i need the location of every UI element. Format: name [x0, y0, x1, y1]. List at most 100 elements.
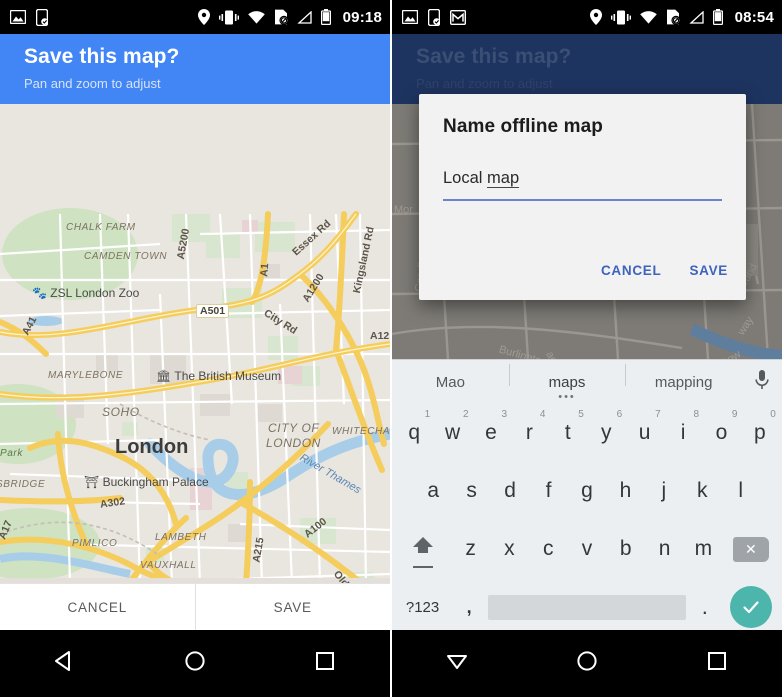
key-o[interactable]: 9o	[702, 405, 740, 461]
shift-key[interactable]	[395, 521, 451, 577]
key-n[interactable]: n	[645, 521, 684, 577]
key-m[interactable]: m	[684, 521, 723, 577]
status-bar-clock: 09:18	[342, 8, 382, 26]
enter-key[interactable]	[724, 579, 779, 635]
device-sync-icon	[35, 8, 49, 26]
page-subtitle: Pan and zoom to adjust	[416, 76, 553, 91]
backspace-icon: ✕	[732, 536, 769, 562]
battery-icon	[320, 9, 331, 25]
save-map-header: Save this map? Pan and zoom to adjust	[0, 34, 390, 104]
key-i[interactable]: 8i	[664, 405, 702, 461]
dual-screenshot-composite: 09:18 Save this map? Pan and zoom to adj…	[0, 0, 782, 697]
key-l[interactable]: l	[722, 463, 760, 519]
sd-card-off-icon	[666, 9, 681, 25]
dialog-cancel-button[interactable]: CANCEL	[601, 263, 661, 278]
key-d[interactable]: d	[491, 463, 529, 519]
suggestion-item[interactable]: Mao	[392, 374, 509, 391]
key-z[interactable]: z	[451, 521, 490, 577]
save-button[interactable]: SAVE	[196, 600, 391, 615]
suggestion-strip: Mao maps ••• mapping	[392, 360, 782, 404]
page-title: Save this map?	[24, 45, 180, 68]
shift-icon	[410, 534, 436, 564]
microphone-icon	[754, 369, 770, 396]
status-bar-system-icons: 08:54	[589, 8, 774, 26]
key-p[interactable]: 0p	[741, 405, 779, 461]
sd-card-off-icon	[274, 9, 289, 25]
key-q[interactable]: 1q	[395, 405, 433, 461]
comma-key[interactable]: ,	[450, 579, 488, 635]
key-num: 6	[616, 409, 623, 420]
signal-icon	[296, 10, 312, 24]
key-num: 5	[578, 409, 584, 420]
key-a[interactable]: a	[414, 463, 452, 519]
keyboard-row-4: ?123 , .	[392, 578, 782, 636]
key-u[interactable]: 7u	[625, 405, 663, 461]
suggestion-item[interactable]: mapping	[625, 363, 742, 391]
status-bar: 08:54	[392, 0, 782, 34]
map-name-value-plain: Local	[443, 169, 488, 187]
nav-recents-button[interactable]	[689, 642, 745, 686]
key-f[interactable]: f	[529, 463, 567, 519]
image-icon	[9, 9, 27, 25]
status-bar: 09:18	[0, 0, 390, 34]
key-g[interactable]: g	[568, 463, 606, 519]
hide-keyboard-triangle-icon	[445, 649, 469, 678]
key-j[interactable]: j	[645, 463, 683, 519]
wifi-icon	[639, 10, 657, 24]
battery-icon	[712, 9, 723, 25]
key-s[interactable]: s	[452, 463, 490, 519]
page-title: Save this map?	[416, 45, 572, 68]
key-r[interactable]: 4r	[510, 405, 548, 461]
home-circle-icon	[183, 649, 207, 678]
vibrate-icon	[610, 10, 631, 25]
wifi-icon	[247, 10, 265, 24]
key-num: 7	[655, 409, 661, 420]
suggestion-item-active[interactable]: maps •••	[508, 363, 626, 403]
key-t[interactable]: 5t	[549, 405, 587, 461]
check-icon	[730, 586, 773, 628]
backspace-key[interactable]: ✕	[723, 521, 779, 577]
more-suggestions-icon[interactable]: •••	[558, 391, 576, 403]
recents-square-icon	[313, 649, 337, 678]
dialog-title: Name offline map	[443, 116, 603, 137]
key-b[interactable]: b	[606, 521, 645, 577]
map-name-field[interactable]: Local map	[443, 169, 722, 201]
status-bar-clock: 08:54	[734, 8, 774, 26]
nav-recents-button[interactable]	[297, 642, 353, 686]
key-w[interactable]: 2w	[433, 405, 471, 461]
nav-home-button[interactable]	[167, 642, 223, 686]
recents-square-icon	[705, 649, 729, 678]
keyboard-row-1: 1q 2w 3e 4r 5t 6y 7u 8i 9o 0p	[392, 404, 782, 462]
left-phone-screen: 09:18 Save this map? Pan and zoom to adj…	[0, 0, 390, 697]
key-x[interactable]: x	[490, 521, 529, 577]
android-keyboard: Mao maps ••• mapping 1q 2w 3e 4r 5t 6 y …	[392, 359, 782, 630]
period-key[interactable]: .	[686, 579, 724, 635]
nav-home-button[interactable]	[559, 642, 615, 686]
image-icon	[401, 9, 419, 25]
symbols-key[interactable]: ?123	[395, 579, 450, 635]
map-viewport[interactable]: CHALK FARM CAMDEN TOWN MARYLEBONE SOHO C…	[0, 104, 390, 584]
voice-input-button[interactable]	[742, 369, 782, 396]
page-subtitle: Pan and zoom to adjust	[24, 76, 161, 91]
key-v[interactable]: v	[568, 521, 607, 577]
key-e[interactable]: 3e	[472, 405, 510, 461]
key-k[interactable]: k	[683, 463, 721, 519]
device-sync-icon	[427, 8, 441, 26]
android-nav-bar	[0, 630, 390, 697]
status-bar-notification-icons	[9, 8, 49, 26]
space-key[interactable]	[488, 579, 686, 635]
map-name-input[interactable]: Local map	[443, 169, 722, 188]
key-num: 2	[463, 409, 469, 420]
shift-caps-indicator	[413, 566, 434, 568]
signal-icon	[688, 10, 704, 24]
key-h[interactable]: h	[606, 463, 644, 519]
key-y[interactable]: 6y	[587, 405, 625, 461]
nav-back-button[interactable]	[37, 642, 93, 686]
input-underline	[443, 199, 722, 201]
key-num: 3	[501, 409, 508, 420]
keyboard-row-3: z x c v b n m ✕	[392, 520, 782, 578]
cancel-button[interactable]: CANCEL	[0, 600, 195, 615]
nav-hide-keyboard-button[interactable]	[429, 642, 485, 686]
key-c[interactable]: c	[529, 521, 568, 577]
dialog-save-button[interactable]: SAVE	[689, 263, 728, 278]
